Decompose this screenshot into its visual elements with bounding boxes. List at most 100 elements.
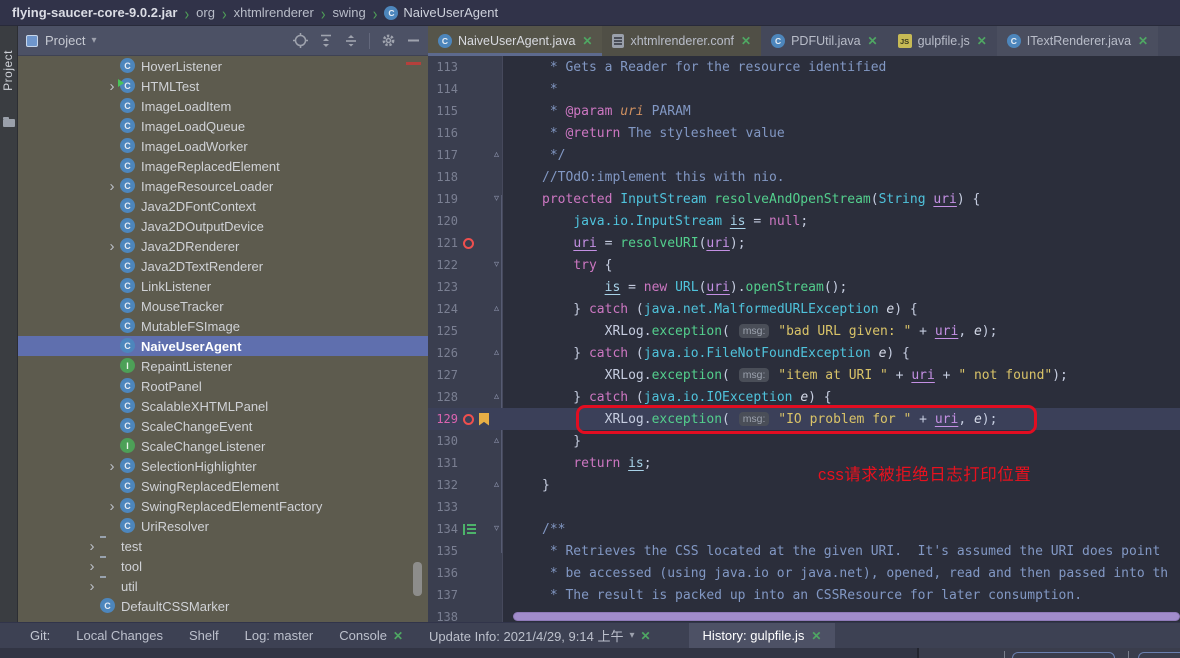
tree-item-SwingReplacedElementFactory[interactable]: ›CSwingReplacedElementFactory xyxy=(18,496,428,516)
fold-down-icon[interactable]: ▿ xyxy=(490,260,503,270)
tab-gulpfile.js[interactable]: JSgulpfile.js✕ xyxy=(888,26,997,56)
fold-down-icon[interactable]: ▿ xyxy=(490,524,503,534)
expand-all-icon[interactable] xyxy=(319,34,333,48)
close-icon[interactable]: ✕ xyxy=(741,34,751,48)
expand-arrow-icon[interactable]: › xyxy=(84,539,100,554)
code-line-118[interactable]: 118//TOdO:implement this with nio. xyxy=(428,166,1180,188)
settings-gear-icon[interactable] xyxy=(381,33,396,48)
tab-xhtmlrenderer.conf[interactable]: xhtmlrenderer.conf✕ xyxy=(602,26,761,56)
tree-item-HTMLTest[interactable]: ›CHTMLTest xyxy=(18,76,428,96)
close-icon[interactable]: ✕ xyxy=(582,34,592,48)
code-line-123[interactable]: 123 is = new URL(uri).openStream(); xyxy=(428,276,1180,298)
code-line-127[interactable]: 127 XRLog.exception( msg: "item at URI "… xyxy=(428,364,1180,386)
expand-arrow-icon[interactable]: › xyxy=(104,239,120,254)
fold-down-icon[interactable]: ▿ xyxy=(490,194,503,204)
tree-item-ImageReplacedElement[interactable]: CImageReplacedElement xyxy=(18,156,428,176)
git-bar-History: gulpfile.js[interactable]: History: gulpfile.js✕ xyxy=(689,623,836,649)
chevron-down-icon[interactable]: ▾ xyxy=(629,630,634,641)
git-bar-Local Changes[interactable]: Local Changes xyxy=(76,628,163,643)
tab-NaiveUserAgent.java[interactable]: CNaiveUserAgent.java✕ xyxy=(428,26,602,56)
breadcrumb-item[interactable]: flying-saucer-core-9.0.2.jar xyxy=(12,5,177,20)
code-line-132[interactable]: 132▵} xyxy=(428,474,1180,496)
tree-item-Java2DTextRenderer[interactable]: CJava2DTextRenderer xyxy=(18,256,428,276)
code-line-121[interactable]: 121 uri = resolveURI(uri); xyxy=(428,232,1180,254)
code-line-117[interactable]: 117▵ */ xyxy=(428,144,1180,166)
code-line-126[interactable]: 126▵ } catch (java.io.FileNotFoundExcept… xyxy=(428,342,1180,364)
close-icon[interactable]: ✕ xyxy=(393,629,403,643)
collapse-all-icon[interactable] xyxy=(344,34,358,48)
breadcrumb-item[interactable]: swing xyxy=(332,5,365,20)
breadcrumb-item[interactable]: NaiveUserAgent xyxy=(403,5,498,20)
chevron-down-icon[interactable]: ▾ xyxy=(91,35,96,46)
expand-arrow-icon[interactable]: › xyxy=(84,579,100,594)
code-line-136[interactable]: 136 * be accessed (using java.io or java… xyxy=(428,562,1180,584)
tree-item-RepaintListener[interactable]: IRepaintListener xyxy=(18,356,428,376)
project-stripe-button[interactable]: Project xyxy=(1,50,15,91)
fold-up-icon[interactable]: ▵ xyxy=(490,348,503,358)
code-line-128[interactable]: 128▵ } catch (java.io.IOException e) { xyxy=(428,386,1180,408)
tree-item-util[interactable]: ›util xyxy=(18,576,428,596)
tree-item-SelectionHighlighter[interactable]: ›CSelectionHighlighter xyxy=(18,456,428,476)
locate-icon[interactable] xyxy=(293,33,308,48)
tree-item-ImageResourceLoader[interactable]: ›CImageResourceLoader xyxy=(18,176,428,196)
close-icon[interactable]: ✕ xyxy=(868,34,878,48)
fold-up-icon[interactable]: ▵ xyxy=(490,304,503,314)
code-editor[interactable]: 113 * Gets a Reader for the resource ide… xyxy=(428,56,1180,622)
tree-item-tool[interactable]: ›tool xyxy=(18,556,428,576)
git-bar-Console[interactable]: Console✕ xyxy=(339,628,403,643)
code-line-114[interactable]: 114 * xyxy=(428,78,1180,100)
fold-up-icon[interactable]: ▵ xyxy=(490,436,503,446)
hide-panel-icon[interactable] xyxy=(407,34,420,47)
tree-item-ImageLoadItem[interactable]: CImageLoadItem xyxy=(18,96,428,116)
git-bar-Shelf[interactable]: Shelf xyxy=(189,628,219,643)
tree-item-Java2DOutputDevice[interactable]: CJava2DOutputDevice xyxy=(18,216,428,236)
tree-item-HoverListener[interactable]: CHoverListener xyxy=(18,56,428,76)
close-icon[interactable]: ✕ xyxy=(1138,34,1148,48)
code-line-133[interactable]: 133 xyxy=(428,496,1180,518)
tab-ITextRenderer.java[interactable]: CITextRenderer.java✕ xyxy=(997,26,1158,56)
tab-PDFUtil.java[interactable]: CPDFUtil.java✕ xyxy=(761,26,888,56)
code-line-124[interactable]: 124▵ } catch (java.net.MalformedURLExcep… xyxy=(428,298,1180,320)
code-line-120[interactable]: 120 java.io.InputStream is = null; xyxy=(428,210,1180,232)
breadcrumb-item[interactable]: xhtmlrenderer xyxy=(234,5,314,20)
project-panel-title[interactable]: Project xyxy=(45,33,85,48)
code-line-134[interactable]: 134▿/** xyxy=(428,518,1180,540)
tree-item-DefaultCSSMarker[interactable]: CDefaultCSSMarker xyxy=(18,596,428,616)
code-line-129[interactable]: 129 XRLog.exception( msg: "IO problem fo… xyxy=(428,408,1180,430)
fold-up-icon[interactable]: ▵ xyxy=(490,150,503,160)
code-line-115[interactable]: 115 * @param uri PARAM xyxy=(428,100,1180,122)
tree-item-RootPanel[interactable]: CRootPanel xyxy=(18,376,428,396)
fold-up-icon[interactable]: ▵ xyxy=(490,392,503,402)
close-icon[interactable]: ✕ xyxy=(640,629,650,643)
code-line-130[interactable]: 130▵ } xyxy=(428,430,1180,452)
tree-item-NaiveUserAgent[interactable]: CNaiveUserAgent xyxy=(18,336,428,356)
tree-item-Java2DRenderer[interactable]: ›CJava2DRenderer xyxy=(18,236,428,256)
code-line-131[interactable]: 131 return is; xyxy=(428,452,1180,474)
bookmark-icon[interactable] xyxy=(479,413,489,426)
tree-item-LinkListener[interactable]: CLinkListener xyxy=(18,276,428,296)
close-icon[interactable]: ✕ xyxy=(811,629,821,643)
tree-item-ImageLoadQueue[interactable]: CImageLoadQueue xyxy=(18,116,428,136)
code-line-116[interactable]: 116 * @return The stylesheet value xyxy=(428,122,1180,144)
close-icon[interactable]: ✕ xyxy=(977,34,987,48)
code-line-113[interactable]: 113 * Gets a Reader for the resource ide… xyxy=(428,56,1180,78)
tree-item-ScaleChangeListener[interactable]: IScaleChangeListener xyxy=(18,436,428,456)
code-line-122[interactable]: 122▿ try { xyxy=(428,254,1180,276)
tree-item-test[interactable]: ›test xyxy=(18,536,428,556)
tree-item-MutableFSImage[interactable]: CMutableFSImage xyxy=(18,316,428,336)
tree-item-ImageLoadWorker[interactable]: CImageLoadWorker xyxy=(18,136,428,156)
fold-up-icon[interactable]: ▵ xyxy=(490,480,503,490)
code-line-125[interactable]: 125 XRLog.exception( msg: "bad URL given… xyxy=(428,320,1180,342)
breadcrumb-item[interactable]: org xyxy=(196,5,215,20)
code-line-137[interactable]: 137 * The result is packed up into an CS… xyxy=(428,584,1180,606)
horizontal-scrollbar[interactable] xyxy=(513,612,1180,621)
tree-item-ScalableXHTMLPanel[interactable]: CScalableXHTMLPanel xyxy=(18,396,428,416)
expand-arrow-icon[interactable]: › xyxy=(84,559,100,574)
expand-arrow-icon[interactable]: › xyxy=(104,179,120,194)
tree-item-SwingReplacedElement[interactable]: CSwingReplacedElement xyxy=(18,476,428,496)
breakpoint-icon[interactable] xyxy=(463,238,474,249)
breakpoint-icon[interactable] xyxy=(463,414,474,425)
tree-item-Java2DFontContext[interactable]: CJava2DFontContext xyxy=(18,196,428,216)
tree-item-MouseTracker[interactable]: CMouseTracker xyxy=(18,296,428,316)
git-bar-Log: master[interactable]: Log: master xyxy=(245,628,314,643)
